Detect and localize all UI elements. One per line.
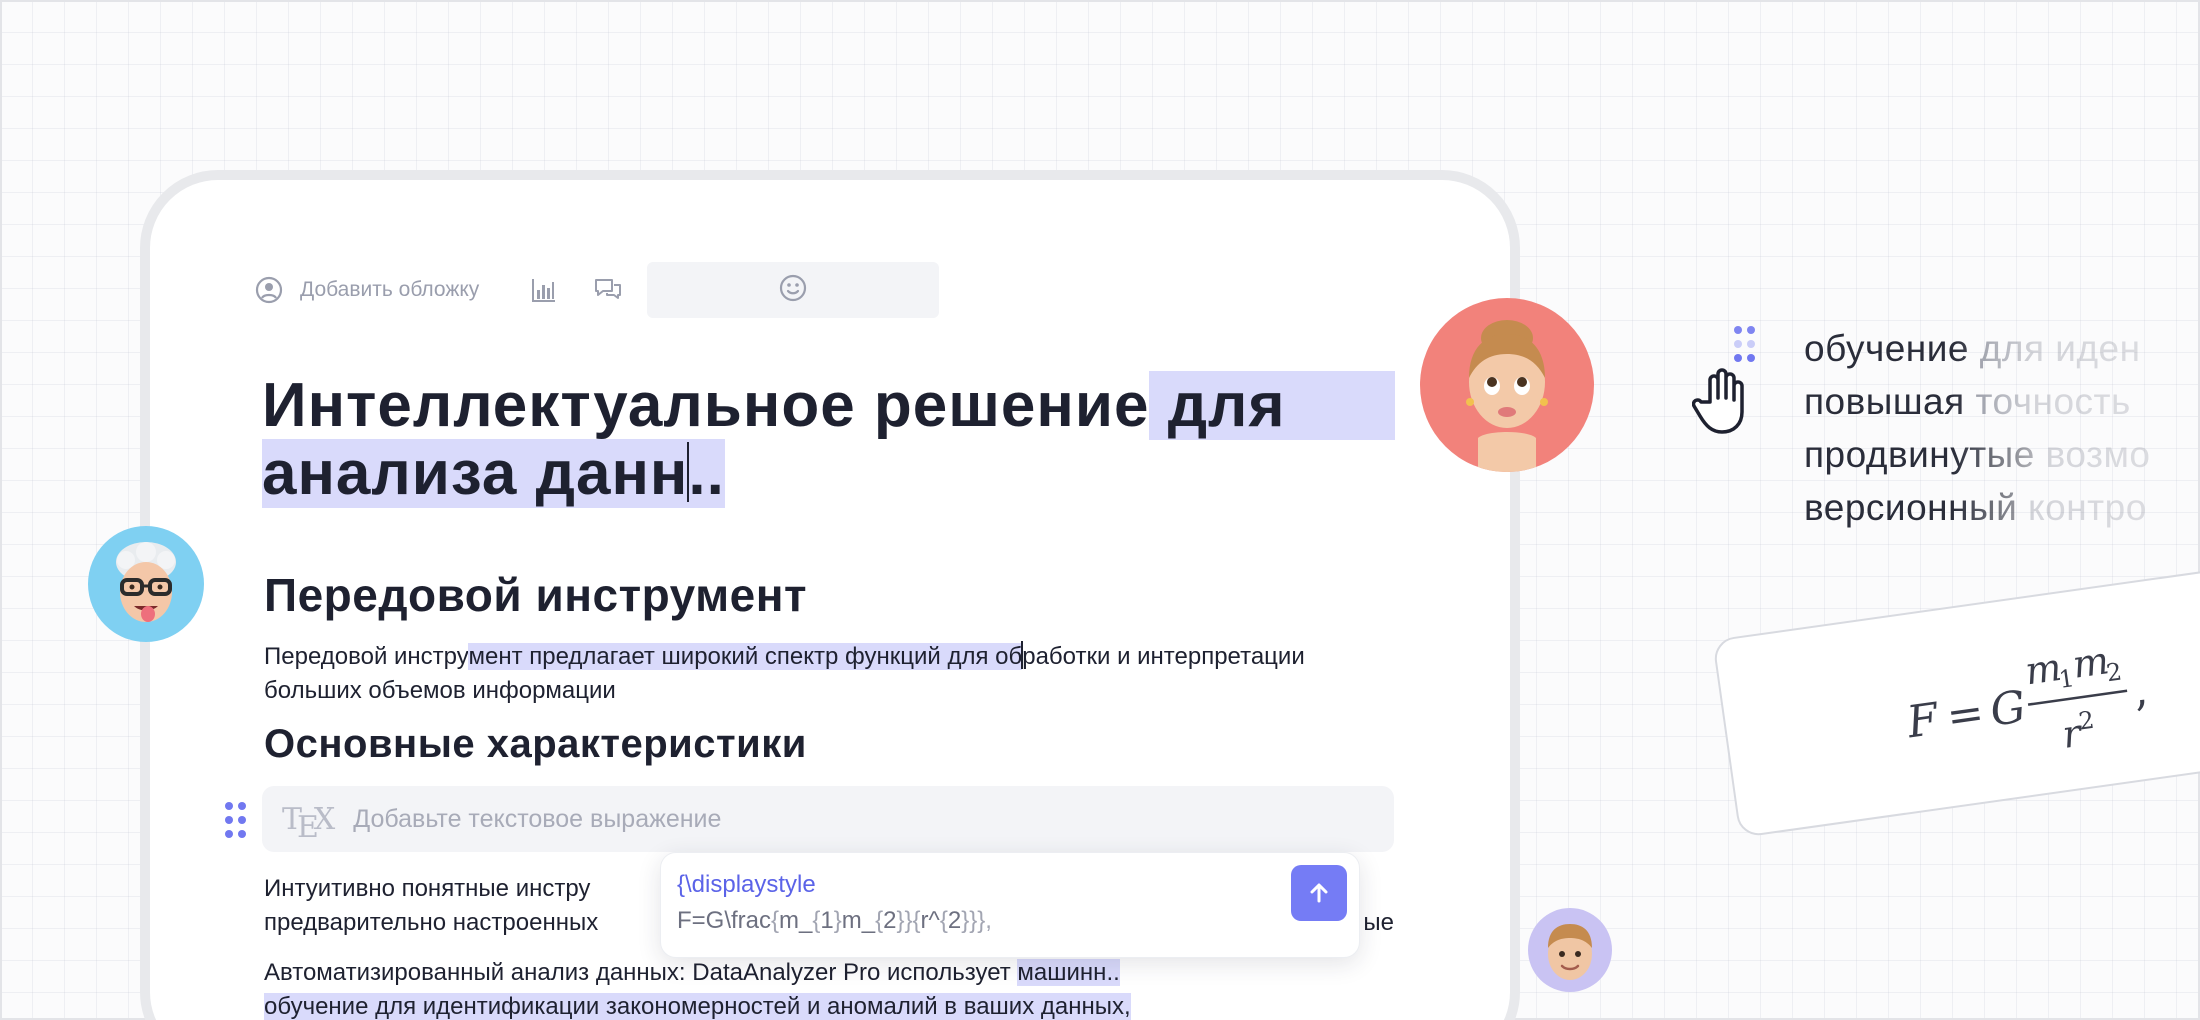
paragraph-line-end: ые xyxy=(1363,909,1394,936)
tex-placeholder: Добавьте текстовое выражение xyxy=(353,804,722,833)
heading-advanced-tool[interactable]: Передовой инструмент xyxy=(264,568,807,622)
tex-expression-block[interactable]: TEX Добавьте текстовое выражение xyxy=(262,786,1394,852)
rendered-formula-card: F = G m 1 m 2 r 2 , xyxy=(1712,556,2200,839)
side-line: обучение для иден xyxy=(1804,328,2141,369)
formula-input-popup[interactable]: {\displaystyle F=G\frac{m_{1}m_{2}}{r^{2… xyxy=(660,852,1360,958)
avatar-collaborator-1[interactable] xyxy=(88,526,204,642)
svg-text:2: 2 xyxy=(2077,706,2096,736)
formula-line-1: {\displaystyle xyxy=(677,871,816,898)
selection-highlight-2: машинн.. xyxy=(1017,959,1120,986)
block-drag-handle-icon[interactable] xyxy=(225,802,246,840)
arrow-up-icon xyxy=(1310,883,1328,903)
memoji-woman-icon xyxy=(1466,320,1548,472)
side-line: повышая точность xyxy=(1804,381,2131,422)
editor-toolbar: Добавить обложку xyxy=(254,262,940,318)
title-text: Интеллектуальное решение xyxy=(262,371,1150,440)
formula-line-2: F=G\frac{m_{1}m_{2}}{r^{2}}}, xyxy=(677,907,992,934)
rendered-formula: F = G m 1 m 2 r 2 , xyxy=(1903,638,2151,757)
add-cover-button[interactable]: Добавить обложку xyxy=(254,275,479,305)
paragraph-analysis-text-3: обучение для идентификации закономерност… xyxy=(264,993,1131,1020)
emoji-picker-field[interactable] xyxy=(647,262,940,318)
memoji-glasses-icon xyxy=(116,542,176,622)
svg-text:F: F xyxy=(1903,693,1943,748)
paragraph-automated-analysis[interactable]: Автоматизированный анализ данных: DataAn… xyxy=(264,956,1404,1020)
svg-text:2: 2 xyxy=(2105,657,2124,687)
submit-formula-button[interactable] xyxy=(1291,865,1347,921)
avatar-collaborator-3[interactable] xyxy=(1528,908,1612,992)
paragraph-intro-text-2: мент предлагает широкий спектр функций д… xyxy=(468,643,1023,670)
side-line: версионный контро xyxy=(1804,487,2147,528)
hand-cursor-icon xyxy=(1692,368,1744,434)
paragraph-intro-text-1: Передовой инстру xyxy=(264,643,469,670)
title-highlight: для xyxy=(1149,371,1395,440)
comments-button[interactable] xyxy=(593,275,623,305)
paragraph-analysis-text-1: Автоматизированный анализ данных: DataAn… xyxy=(264,959,1018,986)
title-highlight-text-1: для xyxy=(1149,371,1286,440)
title-highlight-2: анализа данн.. xyxy=(262,439,725,508)
tex-logo-icon: TEX xyxy=(282,801,336,845)
paragraph-intro[interactable]: Передовой инструмент предлагает широкий … xyxy=(264,640,1404,708)
selection-highlight-3: обучение для идентификации закономерност… xyxy=(264,993,1131,1020)
paragraph-line: предварительно настроенных xyxy=(264,909,599,936)
title-highlight-text-3: .. xyxy=(688,439,725,508)
svg-text:=: = xyxy=(1944,687,1988,743)
side-line: продвинутые возмо xyxy=(1804,434,2151,475)
memoji-man-icon xyxy=(1548,924,1592,980)
insert-chart-button[interactable] xyxy=(529,275,559,305)
svg-text:,: , xyxy=(2130,664,2151,716)
block-drag-handle-icon-right[interactable] xyxy=(1734,326,1755,364)
add-cover-label: Добавить обложку xyxy=(300,278,480,301)
user-circle-icon xyxy=(254,275,284,305)
svg-text:G: G xyxy=(1987,681,2029,736)
paragraph-analysis-text-2: машинн.. xyxy=(1017,959,1120,986)
document-title[interactable]: Интеллектуальное решение для анализа дан… xyxy=(262,371,1402,508)
heading-main-features[interactable]: Основные характеристики xyxy=(264,722,807,767)
selection-highlight: мент предлагает широкий спектр функций д… xyxy=(468,643,1023,670)
comments-icon xyxy=(593,275,623,305)
chart-icon xyxy=(529,275,559,305)
side-document-preview: обучение для иден повышая точность продв… xyxy=(1804,322,2200,534)
smile-icon xyxy=(778,273,808,308)
title-highlight-text-2: анализа данн xyxy=(262,439,689,508)
avatar-collaborator-2[interactable] xyxy=(1420,298,1594,472)
